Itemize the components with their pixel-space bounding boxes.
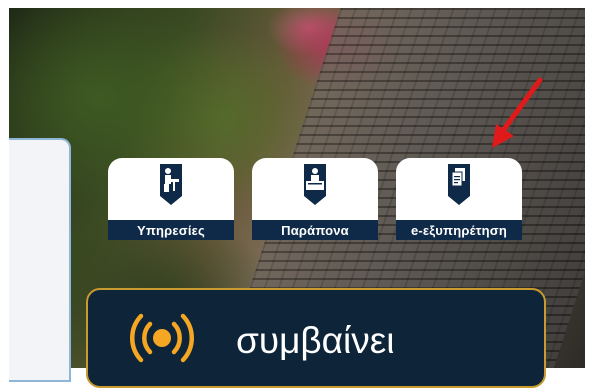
tile-services[interactable]: Υπηρεσίες: [108, 158, 234, 240]
tile-band: Υπηρεσίες: [108, 220, 234, 240]
notice-title: συμβαίνει: [236, 320, 395, 361]
tile-label-e-service: e-εξυπηρέτηση: [410, 222, 508, 238]
reception-desk-icon: [304, 164, 326, 205]
broadcast-icon: [130, 313, 194, 363]
tile-e-service[interactable]: e-εξυπηρέτηση: [396, 158, 522, 240]
tile-band: e-εξυπηρέτηση: [396, 220, 522, 240]
tile-label-complaints: Παράπονα: [281, 222, 349, 238]
side-panel: [9, 138, 71, 382]
documents-icon: [448, 164, 470, 205]
tile-label-services: Υπηρεσίες: [136, 222, 205, 238]
news-notice-box[interactable]: συμβαίνει: [86, 288, 546, 388]
tile-complaints[interactable]: Παράπονα: [252, 158, 378, 240]
office-worker-icon: [160, 164, 182, 205]
tile-band: Παράπονα: [252, 220, 378, 240]
red-arrow-icon: [492, 77, 543, 148]
